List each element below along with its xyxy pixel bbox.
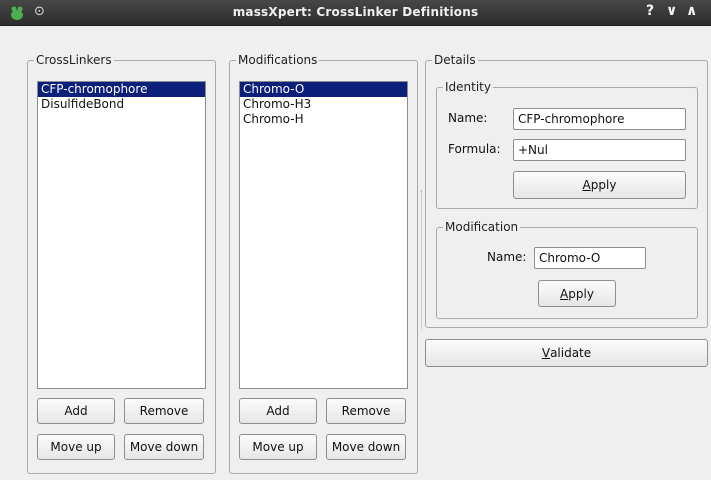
modification-move-up-button[interactable]: Move up (239, 434, 317, 460)
crosslinker-remove-button[interactable]: Remove (124, 398, 204, 424)
identity-group-label: Identity (443, 80, 493, 94)
crosslinker-move-up-button[interactable]: Move up (37, 434, 115, 460)
modifications-list[interactable]: Chromo-O Chromo-H3 Chromo-H (239, 81, 408, 389)
details-group-label: Details (432, 53, 478, 67)
help-icon[interactable]: ? (646, 3, 654, 19)
modification-detail-group-label: Modification (443, 220, 521, 234)
identity-name-field[interactable]: CFP-chromophore (513, 108, 686, 130)
modification-add-button[interactable]: Add (239, 398, 317, 424)
crosslinker-move-down-button[interactable]: Move down (124, 434, 204, 460)
list-item[interactable]: Chromo-H (240, 112, 407, 127)
modifications-group-label: Modifications (236, 53, 320, 67)
list-item[interactable]: DisulfideBond (38, 97, 205, 112)
identity-group: Identity Name: CFP-chromophore Formula: … (436, 80, 698, 209)
crosslinkers-list[interactable]: CFP-chromophore DisulfideBond (37, 81, 206, 389)
list-item[interactable]: Chromo-H3 (240, 97, 407, 112)
modification-apply-button[interactable]: Apply (538, 280, 616, 307)
modification-name-label: Name: (487, 250, 527, 264)
list-item[interactable]: CFP-chromophore (38, 82, 205, 97)
maximize-icon[interactable]: ∧ (686, 3, 697, 19)
minimize-icon[interactable]: ∨ (666, 3, 677, 19)
splitter-handle[interactable] (421, 190, 424, 330)
details-group: Details Identity Name: CFP-chromophore F… (425, 53, 708, 328)
list-item[interactable]: Chromo-O (240, 82, 407, 97)
modification-remove-button[interactable]: Remove (326, 398, 406, 424)
crosslinkers-group-label: CrossLinkers (34, 53, 114, 67)
modification-move-down-button[interactable]: Move down (326, 434, 406, 460)
identity-formula-field[interactable]: +Nul (513, 139, 686, 161)
modification-name-field[interactable]: Chromo-O (534, 247, 646, 269)
title-bar: ⊙ massXpert: CrossLinker Definitions ? ∨… (0, 0, 711, 26)
identity-name-label: Name: (448, 111, 488, 125)
modification-detail-group: Modification Name: Chromo-O Apply (436, 220, 698, 319)
modifications-group: Modifications Chromo-O Chromo-H3 Chromo-… (229, 53, 418, 474)
crosslinker-add-button[interactable]: Add (37, 398, 115, 424)
validate-button[interactable]: Validate (425, 339, 708, 367)
identity-formula-label: Formula: (448, 142, 501, 156)
window-title: massXpert: CrossLinker Definitions (232, 5, 479, 19)
crosslinkers-group: CrossLinkers CFP-chromophore DisulfideBo… (27, 53, 216, 474)
identity-apply-button[interactable]: Apply (513, 171, 686, 199)
